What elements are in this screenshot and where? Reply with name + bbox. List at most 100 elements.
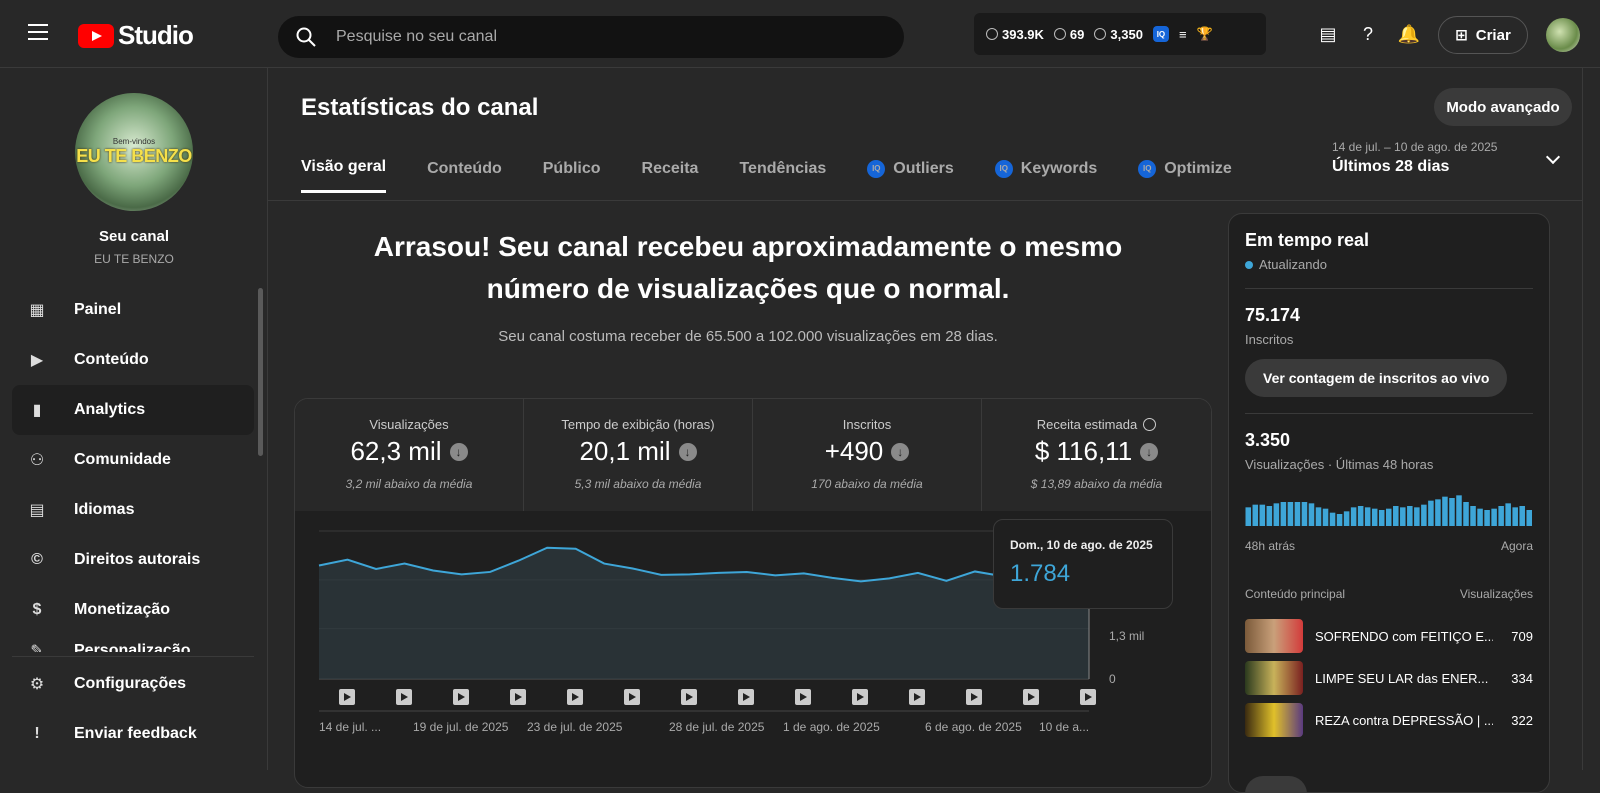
realtime-bar	[1407, 506, 1413, 526]
metric-views[interactable]: Visualizações 62,3 mil ↓ 3,2 mil abaixo d…	[295, 399, 524, 511]
top-bar: Studio 393.9K 69 3,350 IQ ≡ 🏆 ▤ ? 🔔 ⊞ Cr…	[0, 0, 1600, 68]
page-title: Estatísticas do canal	[301, 94, 539, 121]
tab-tendencias[interactable]: Tendências	[739, 158, 826, 193]
analytics-tabs: Visão geral Conteúdo Público Receita Ten…	[301, 158, 1232, 193]
channel-name: EU TE BENZO	[94, 252, 174, 266]
views-header: Visualizações	[1459, 587, 1533, 601]
realtime-bar	[1526, 510, 1532, 526]
list-item[interactable]: REZA contra DEPRESSÃO | ... 322	[1245, 703, 1533, 737]
realtime-bar	[1378, 510, 1385, 526]
metric-revenue[interactable]: Receita estimada $ 116,11 ↓ $ 13,89 abaix…	[982, 399, 1211, 511]
realtime-bar	[1428, 500, 1434, 526]
channel-avatar[interactable]: Bem-vindos EU TE BENZO	[75, 93, 193, 211]
help-icon[interactable]: ?	[1356, 22, 1380, 46]
realtime-bar	[1470, 506, 1476, 526]
realtime-bar	[1308, 503, 1315, 526]
list-icon[interactable]: ≡	[1179, 27, 1187, 42]
studio-logo[interactable]: Studio	[78, 20, 194, 51]
see-more-button[interactable]	[1245, 776, 1307, 792]
headline: Arrasou! Seu canal recebeu aproximadamen…	[373, 231, 1123, 304]
live-subscriber-count-button[interactable]: Ver contagem de inscritos ao vivo	[1245, 359, 1508, 397]
menu-icon[interactable]	[28, 24, 48, 40]
sidebar-item-feedback[interactable]: ! Enviar feedback	[12, 709, 254, 759]
dollar-icon: $	[32, 601, 42, 618]
realtime-views: 3.350	[1245, 430, 1291, 450]
live-dot-icon	[1245, 260, 1253, 269]
realtime-title: Em tempo real	[1245, 230, 1370, 250]
sidebar-item-personalizacao[interactable]: ✎ Personalização	[12, 642, 254, 652]
tab-keywords[interactable]: IQ Keywords	[994, 158, 1097, 193]
realtime-bar	[1385, 508, 1392, 526]
date-range-text: 14 de jul. – 10 de ago. de 2025	[1332, 140, 1498, 154]
tab-outliers[interactable]: IQ Outliers	[867, 158, 954, 193]
advanced-mode-button[interactable]: Modo avançado	[1434, 88, 1572, 126]
realtime-bar	[1421, 504, 1427, 526]
x-tick-label: 23 de jul. de 2025	[527, 720, 623, 734]
youtube-logo-icon	[78, 23, 114, 48]
tab-conteudo[interactable]: Conteúdo	[427, 158, 502, 193]
realtime-bar-chart[interactable]	[1245, 492, 1533, 526]
tab-receita[interactable]: Receita	[642, 158, 699, 193]
realtime-bar	[1498, 506, 1504, 526]
create-button[interactable]: ⊞ Criar	[1438, 16, 1528, 54]
tab-optimize[interactable]: IQ Optimize	[1138, 158, 1232, 193]
vidiq-icon[interactable]: IQ	[1152, 26, 1169, 42]
y-tick-label: 1,3 mil	[1109, 629, 1144, 643]
chevron-down-icon[interactable]	[1545, 149, 1561, 165]
x-tick-label: 1 de ago. de 2025	[783, 720, 880, 734]
arrow-down-icon: ↓	[678, 442, 697, 461]
x-tick-label: 28 de jul. de 2025	[669, 720, 765, 734]
vidiq-icon: IQ	[994, 159, 1013, 178]
views-label: Visualizações · Últimas 48 horas	[1245, 457, 1434, 472]
bell-icon[interactable]: 🔔	[1397, 22, 1421, 46]
axis-right-label: Agora	[1500, 539, 1533, 553]
realtime-bar	[1315, 507, 1322, 526]
top-content-header: Conteúdo principal	[1245, 587, 1346, 601]
vidiq-icon: IQ	[1138, 159, 1157, 178]
list-item[interactable]: LIMPE SEU LAR das ENER... 334	[1245, 661, 1533, 695]
clock-icon	[1143, 418, 1157, 431]
sidebar-item-direitos[interactable]: © Direitos autorais	[12, 535, 254, 585]
y-tick-label: 0	[1109, 672, 1116, 686]
sidebar-item-comunidade[interactable]: ⚇ Comunidade	[12, 435, 254, 485]
sidebar-item-painel[interactable]: ▦ Painel	[12, 285, 254, 335]
tab-visao-geral[interactable]: Visão geral	[301, 158, 387, 193]
sidebar-item-monetizacao[interactable]: $ Monetização	[12, 585, 254, 635]
subscribers-label: Inscritos	[1245, 332, 1294, 347]
realtime-bar	[1301, 502, 1308, 526]
tab-publico[interactable]: Público	[543, 158, 601, 193]
arrow-down-icon: ↓	[449, 442, 468, 461]
realtime-bar	[1357, 506, 1364, 526]
realtime-bar	[1329, 512, 1336, 526]
eye-icon	[1053, 28, 1066, 40]
stat-live-viewers: 69	[1053, 27, 1084, 42]
realtime-bar	[1371, 508, 1378, 526]
date-range-picker[interactable]: 14 de jul. – 10 de ago. de 2025 Últimos …	[1332, 140, 1497, 176]
realtime-bar	[1252, 504, 1259, 526]
realtime-bar	[1505, 503, 1511, 526]
realtime-bar	[1245, 507, 1252, 526]
sidebar-item-conteudo[interactable]: ▶ Conteúdo	[12, 335, 254, 385]
realtime-bar	[1336, 514, 1343, 526]
extension-stats-bar[interactable]: 393.9K 69 3,350 IQ ≡ 🏆	[974, 13, 1266, 55]
eye-icon	[1094, 28, 1107, 40]
sidebar-item-idiomas[interactable]: ▤ Idiomas	[12, 485, 254, 535]
sidebar-item-analytics[interactable]: ▮ Analytics	[12, 385, 254, 435]
search-input[interactable]	[336, 28, 836, 46]
realtime-bar	[1259, 504, 1266, 526]
search-box[interactable]	[278, 16, 904, 58]
page-scrollbar[interactable]	[1582, 68, 1600, 770]
sidebar-scrollbar[interactable]	[258, 288, 263, 456]
realtime-bar	[1280, 502, 1287, 526]
clock-icon	[986, 28, 998, 40]
metric-watch-time[interactable]: Tempo de exibição (horas) 20,1 mil ↓ 5,3 …	[524, 399, 753, 511]
list-item[interactable]: SOFRENDO com FEITIÇO E... 709	[1245, 619, 1533, 653]
metric-subscribers[interactable]: Inscritos +490 ↓ 170 abaixo da média	[753, 399, 982, 511]
metric-tabs: Visualizações 62,3 mil ↓ 3,2 mil abaixo d…	[295, 399, 1211, 511]
trophy-icon[interactable]: 🏆	[1197, 26, 1213, 42]
realtime-bar	[1322, 508, 1329, 526]
account-avatar[interactable]	[1546, 18, 1580, 52]
axis-left-label: 48h atrás	[1245, 539, 1296, 553]
sidebar-item-configuracoes[interactable]: ⚙ Configurações	[12, 659, 254, 709]
comments-icon[interactable]: ▤	[1316, 22, 1340, 46]
